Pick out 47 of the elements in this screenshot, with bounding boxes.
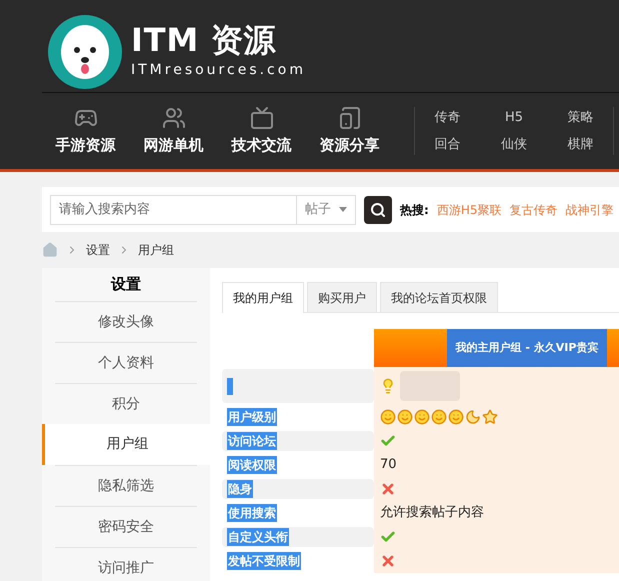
users-icon: [162, 106, 186, 130]
row-label: 发帖不受限制: [227, 552, 301, 570]
row-label: 隐身: [227, 480, 253, 498]
category-link[interactable]: 棋牌: [562, 135, 599, 154]
search-field[interactable]: 请输入搜索内容 帖子: [50, 194, 356, 224]
category-link[interactable]: 策略: [562, 108, 599, 127]
logo-subtitle: ITMresources.com: [131, 60, 306, 80]
cross-icon: [380, 481, 396, 497]
sidebar-item[interactable]: 密码安全: [55, 506, 197, 547]
row-label: 自定义头衔: [227, 528, 289, 546]
row-label: 阅读权限: [227, 456, 277, 474]
table-header: 我的主用户组 - 永久VIP贵宾: [447, 329, 607, 367]
table-cell-text: 70: [380, 456, 397, 474]
cross-icon: [380, 553, 396, 569]
table-cell-text: 允许搜索帖子内容: [380, 504, 484, 522]
tab[interactable]: 我的论坛首页权限: [380, 282, 498, 312]
category-link[interactable]: 传奇: [429, 108, 466, 127]
tab[interactable]: 购买用户: [307, 282, 377, 312]
row-label: 用户级别: [227, 408, 277, 426]
hot-search-label: 热搜:: [400, 202, 429, 218]
nav-link[interactable]: 资源分享: [305, 106, 394, 156]
nav-link[interactable]: 网游单机: [129, 106, 218, 156]
sidebar-item[interactable]: 个人资料: [55, 342, 197, 383]
category-link[interactable]: H5: [496, 108, 532, 127]
row-label: 访问论坛: [227, 432, 277, 450]
tab[interactable]: 我的用户组: [222, 282, 304, 313]
nav-link[interactable]: 手游资源: [41, 106, 130, 156]
search-scope-dropdown[interactable]: 帖子: [296, 196, 355, 224]
sidebar-item[interactable]: 用户组: [42, 424, 210, 465]
tv-icon: [250, 106, 274, 130]
row-label: 使用搜索: [227, 504, 277, 522]
logo-title: ITM 资源: [131, 24, 278, 56]
breadcrumb-link[interactable]: 设置: [86, 241, 110, 259]
search-input[interactable]: 请输入搜索内容: [51, 200, 296, 220]
search-button[interactable]: [364, 196, 392, 224]
tablet-icon: [338, 106, 362, 130]
caret-icon: [339, 207, 347, 212]
sidebar-item[interactable]: 隐私筛选: [55, 465, 197, 506]
selection-mark: [227, 378, 233, 394]
sidebar-item[interactable]: 修改头像: [55, 301, 197, 342]
category-link[interactable]: 回合: [429, 135, 466, 154]
search-icon: [370, 202, 386, 218]
sidebar-title: 设置: [110, 274, 142, 296]
breadcrumb-link[interactable]: 用户组: [138, 241, 174, 259]
sidebar-item[interactable]: 访问推广: [55, 547, 197, 581]
nav-link[interactable]: 技术交流: [217, 106, 306, 156]
category-link[interactable]: 仙侠: [496, 135, 532, 154]
